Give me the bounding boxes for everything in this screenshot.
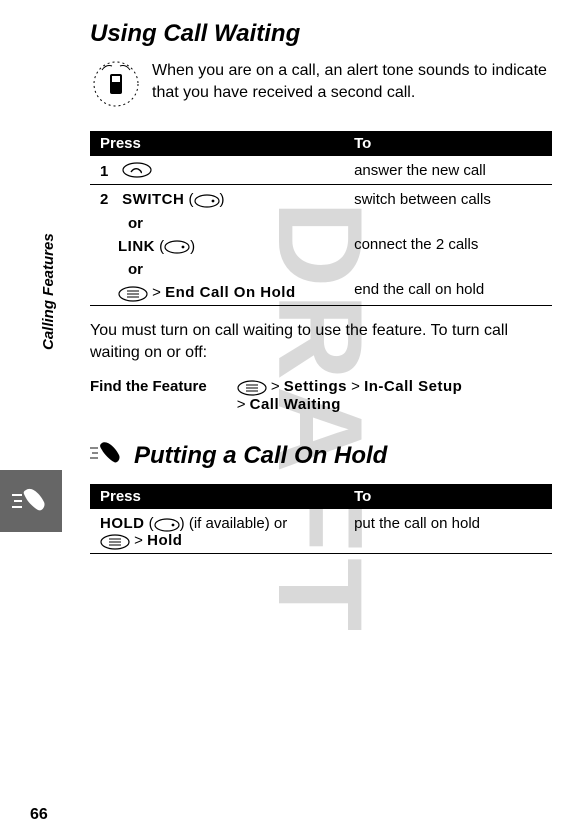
hold-menu-label: Hold [147,532,182,549]
step-number-2: 2 [100,191,118,208]
page-number: 66 [30,806,48,824]
phone-section-icon [90,439,124,474]
right-softkey-icon [194,192,220,209]
end-call-label: End Call On Hold [165,284,296,301]
step-number-1: 1 [100,163,118,180]
send-key-icon [122,162,152,182]
or-2: or [128,261,334,278]
or-1: or [128,215,334,232]
network-subscription-icon [90,60,142,113]
col-header-press: Press [90,131,344,156]
switch-label: SWITCH [122,191,184,208]
end-to: end the call on hold [354,281,542,298]
section-title-hold: Putting a Call On Hold [134,442,387,470]
section-title-call-waiting: Using Call Waiting [90,20,552,48]
intro-text: When you are on a call, an alert tone so… [152,60,552,113]
if-available: (if available) or [189,515,287,532]
switch-to: switch between calls [354,191,542,208]
right-softkey-icon-3 [154,515,180,532]
find-feature-path: > Settings > In-Call Setup > Call Waitin… [237,378,552,413]
menu-key-icon-2 [237,379,267,396]
hold-label: HOLD [100,515,145,532]
col-header-to: To [344,131,552,156]
col2-header-to: To [344,484,552,509]
call-waiting-table: Press To 1 answer the new call 2 SWITCH … [90,131,552,306]
find-the-feature-label: Find the Feature [90,378,207,413]
link-to: connect the 2 calls [354,236,542,253]
col2-header-press: Press [90,484,344,509]
right-softkey-icon-2 [164,238,190,255]
link-label: LINK [118,238,155,255]
body-paragraph: You must turn on call waiting to use the… [90,320,552,365]
hold-table: Press To HOLD () (if available) or > Hol… [90,484,552,554]
menu-key-icon-3 [100,533,130,550]
hold-to: put the call on hold [344,509,552,552]
menu-key-icon [118,285,148,302]
step1-to: answer the new call [344,156,552,185]
